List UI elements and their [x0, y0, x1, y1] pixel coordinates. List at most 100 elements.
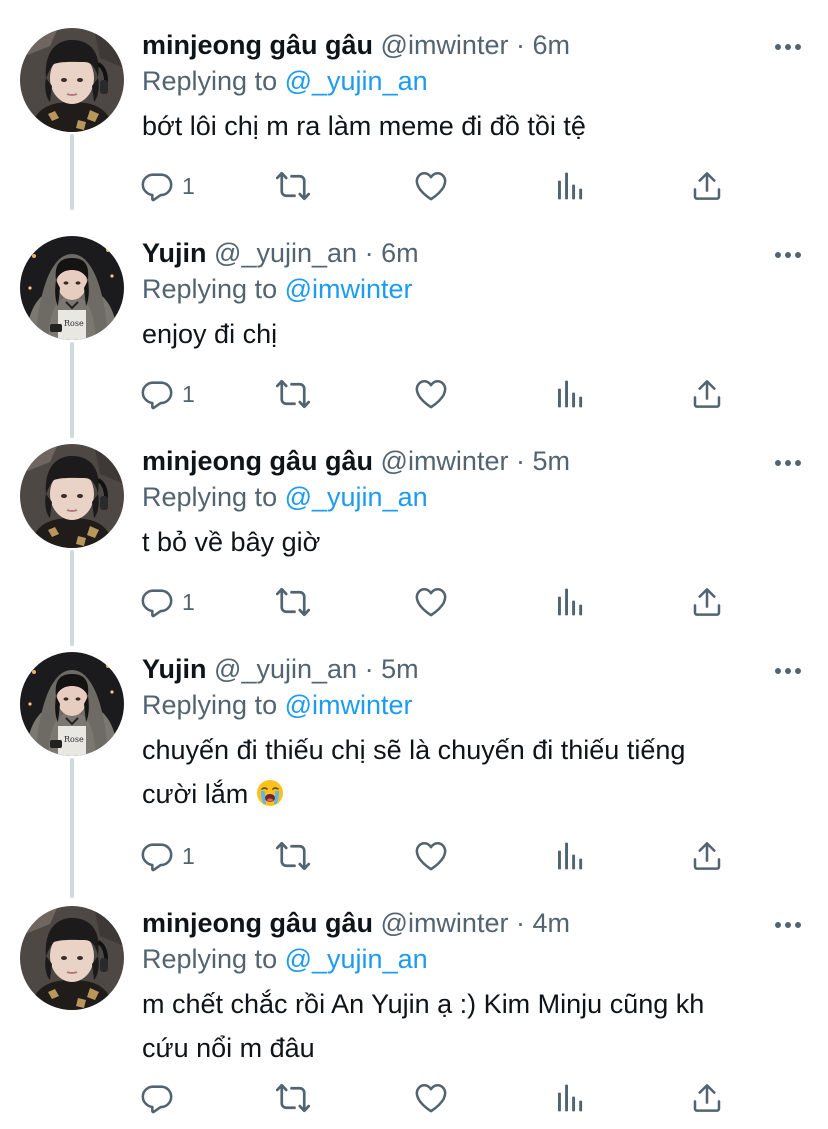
tweet-text-line: cứu nổi m đâu [142, 1033, 315, 1063]
timestamp[interactable]: 6m [381, 238, 419, 268]
action-bar: 1 [140, 166, 740, 206]
more-icon[interactable] [770, 448, 806, 478]
like-button[interactable] [414, 166, 448, 206]
reply-button[interactable]: 1 [140, 374, 195, 414]
analytics-icon [554, 170, 586, 202]
reply-count: 1 [182, 588, 195, 615]
reply-button[interactable]: 1 [140, 582, 195, 622]
handle[interactable]: @imwinter [381, 30, 509, 60]
timestamp[interactable]: 5m [532, 446, 570, 476]
avatar[interactable] [20, 652, 124, 756]
share-button[interactable] [691, 1078, 723, 1118]
analytics-icon [554, 586, 586, 618]
reply-icon [140, 169, 174, 203]
reply-count: 1 [182, 842, 195, 869]
like-icon [414, 839, 448, 873]
thread-connector [70, 134, 74, 210]
display-name[interactable]: minjeong gâu gâu [142, 446, 373, 476]
separator: · [364, 654, 374, 684]
like-button[interactable] [414, 374, 448, 414]
tweet-header: Yujin @_yujin_an · 5m [142, 652, 419, 686]
mention-link[interactable]: @_yujin_an [285, 482, 428, 512]
retweet-icon [275, 168, 311, 204]
thread-connector [70, 758, 74, 898]
avatar[interactable] [20, 906, 124, 1010]
retweet-button[interactable] [275, 374, 311, 414]
share-icon [691, 586, 723, 618]
mention-link[interactable]: @imwinter [285, 690, 413, 720]
timestamp[interactable]: 4m [532, 908, 570, 938]
reply-count: 1 [182, 380, 195, 407]
reply-count: 1 [182, 172, 195, 199]
action-bar [140, 1078, 740, 1118]
more-icon[interactable] [770, 240, 806, 270]
avatar[interactable] [20, 28, 124, 132]
like-icon [414, 1081, 448, 1115]
separator: · [515, 30, 525, 60]
more-icon[interactable] [770, 32, 806, 62]
timestamp[interactable]: 5m [381, 654, 419, 684]
replying-to: Replying to @_yujin_an [142, 942, 428, 976]
action-bar: 1 [140, 836, 740, 876]
mention-link[interactable]: @_yujin_an [285, 66, 428, 96]
like-button[interactable] [414, 582, 448, 622]
avatar[interactable] [20, 236, 124, 340]
reply-icon [140, 1081, 174, 1115]
more-icon[interactable] [770, 910, 806, 940]
retweet-button[interactable] [275, 582, 311, 622]
replying-to: Replying to @_yujin_an [142, 480, 428, 514]
handle[interactable]: @_yujin_an [214, 238, 357, 268]
reply-button[interactable]: 1 [140, 836, 195, 876]
analytics-button[interactable] [554, 1078, 586, 1118]
replying-to-label: Replying to [142, 482, 278, 512]
analytics-button[interactable] [554, 166, 586, 206]
tweet-text: t bỏ về bây giờ [142, 527, 321, 557]
analytics-icon [554, 840, 586, 872]
like-button[interactable] [414, 836, 448, 876]
handle[interactable]: @imwinter [381, 908, 509, 938]
tweet-text: bớt lôi chị m ra làm meme đi đồ tồi tệ [142, 111, 586, 141]
tweet-text-fragment: cười lắm [142, 779, 249, 809]
share-icon [691, 170, 723, 202]
winter-profile-photo-icon [20, 28, 124, 132]
retweet-icon [275, 838, 311, 874]
winter-profile-photo-icon [20, 906, 124, 1010]
replying-to: Replying to @_yujin_an [142, 64, 428, 98]
share-button[interactable] [691, 582, 723, 622]
analytics-icon [554, 378, 586, 410]
separator: · [364, 238, 374, 268]
retweet-icon [275, 584, 311, 620]
reply-thread: minjeong gâu gâu @imwinter · 6m Replying… [0, 0, 828, 1129]
yujin-profile-photo-icon [20, 236, 124, 340]
mention-link[interactable]: @_yujin_an [285, 944, 428, 974]
more-icon[interactable] [770, 656, 806, 686]
tweet-header: minjeong gâu gâu @imwinter · 5m [142, 444, 570, 478]
analytics-button[interactable] [554, 374, 586, 414]
display-name[interactable]: minjeong gâu gâu [142, 908, 373, 938]
tweet-text-line: cười lắm [142, 772, 802, 816]
display-name[interactable]: Yujin [142, 654, 207, 684]
analytics-button[interactable] [554, 836, 586, 876]
retweet-button[interactable] [275, 836, 311, 876]
avatar[interactable] [20, 444, 124, 548]
share-button[interactable] [691, 166, 723, 206]
replying-to-label: Replying to [142, 274, 278, 304]
tweet-header: Yujin @_yujin_an · 6m [142, 236, 419, 270]
handle[interactable]: @_yujin_an [214, 654, 357, 684]
reply-button[interactable] [140, 1078, 174, 1118]
share-button[interactable] [691, 836, 723, 876]
analytics-button[interactable] [554, 582, 586, 622]
handle[interactable]: @imwinter [381, 446, 509, 476]
replying-to-label: Replying to [142, 66, 278, 96]
thread-connector [70, 550, 74, 646]
retweet-button[interactable] [275, 1078, 311, 1118]
display-name[interactable]: minjeong gâu gâu [142, 30, 373, 60]
mention-link[interactable]: @imwinter [285, 274, 413, 304]
share-button[interactable] [691, 374, 723, 414]
display-name[interactable]: Yujin [142, 238, 207, 268]
like-button[interactable] [414, 1078, 448, 1118]
tweet-header: minjeong gâu gâu @imwinter · 6m [142, 28, 570, 62]
reply-button[interactable]: 1 [140, 166, 195, 206]
timestamp[interactable]: 6m [532, 30, 570, 60]
retweet-button[interactable] [275, 166, 311, 206]
